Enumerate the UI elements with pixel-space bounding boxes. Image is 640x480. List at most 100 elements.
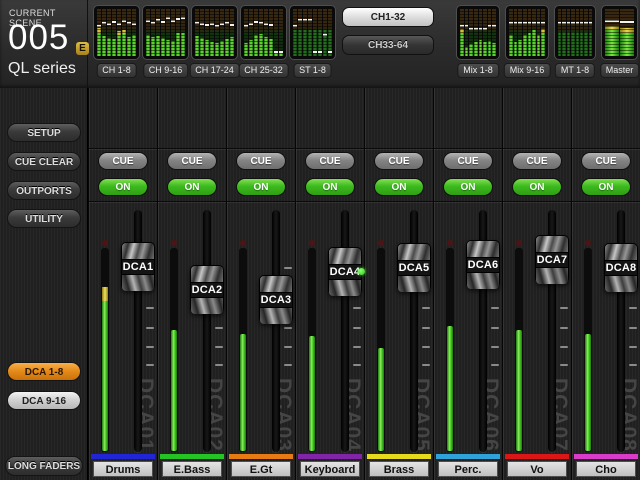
fader-knob-dca4[interactable]: DCA4 [328,247,362,295]
fader-knob-metal [191,298,223,314]
meter-bar [97,9,101,56]
on-button[interactable]: ON [167,178,217,196]
meter-bar-fill [181,33,185,57]
meter-peak-hold [541,22,545,24]
meter-block-mix1-8[interactable] [456,5,500,60]
fader-knob-label: DCA1 [122,259,154,275]
meter-bar-fill [171,41,175,57]
fader-knob-label: DCA2 [191,282,223,298]
meter-block-master[interactable] [601,5,638,60]
cue-button[interactable]: CUE [98,152,148,170]
channel-name-label[interactable]: Keyboard [300,461,360,477]
on-button[interactable]: ON [374,178,424,196]
cue-clear-button[interactable]: CUE CLEAR [7,152,81,171]
on-button[interactable]: ON [305,178,355,196]
channel-name-label[interactable]: Perc. [438,461,498,477]
cue-button[interactable]: CUE [374,152,424,170]
meter-bar-fill [274,53,278,56]
meter-bar-fill [269,39,273,56]
channel-name-label[interactable]: Cho [576,461,636,477]
meter-peak-hold [210,23,214,25]
fader-zone: DCA07DCA7 [503,202,572,454]
channel-name-label[interactable]: Brass [369,461,429,477]
strip-level-meter [515,248,523,452]
meter-peak-hold [474,28,478,30]
meter-bar [117,9,121,56]
meter-peak-hold [215,25,219,27]
meter-bar-fill [117,35,121,56]
dca-bank-1-8-button[interactable]: DCA 1-8 [7,362,81,381]
meter-bar-yellow-tip [122,30,126,34]
fader-scale-tick [560,327,568,329]
fader-knob-dca8[interactable]: DCA8 [604,243,638,291]
utility-button[interactable]: UTILITY [7,209,81,228]
cue-button[interactable]: CUE [167,152,217,170]
fader-knob-label: DCA8 [605,260,637,276]
fader-track[interactable] [203,210,211,452]
scene-number: 005 [8,18,69,58]
meter-block-label: CH 9-16 [143,63,189,78]
dca-bank-9-16-button[interactable]: DCA 9-16 [7,391,81,410]
meter-peak-hold [483,28,487,30]
cue-button[interactable]: CUE [305,152,355,170]
on-button[interactable]: ON [443,178,493,196]
meter-block-ch17-24[interactable] [191,5,238,60]
fader-knob-dca3[interactable]: DCA3 [259,275,293,323]
cue-button[interactable]: CUE [581,152,631,170]
fader-scale-tick [353,307,361,309]
channel-color-stripe [436,454,500,459]
meter-bar-fill [249,40,253,56]
meter-block-ch1-8[interactable] [93,5,140,60]
bank-button-ch1-32[interactable]: CH1-32 [342,7,434,27]
meter-bar [225,9,229,56]
meter-block-ch9-16[interactable] [142,5,189,60]
meter-peak-hold [620,21,634,23]
meter-bar-yellow-tip [620,28,634,32]
channel-name-label[interactable]: Vo [507,461,567,477]
fader-knob-dca6[interactable]: DCA6 [466,240,500,288]
cue-button[interactable]: CUE [512,152,562,170]
meter-bar [620,9,634,56]
setup-button[interactable]: SETUP [7,123,81,142]
meter-bar [156,9,160,56]
meter-bar-fill [210,42,214,56]
channel-name-label[interactable]: E.Gt [231,461,291,477]
scene-panel[interactable]: CURRENT SCENE 005 E QL series [0,0,88,88]
meter-block-label: Mix 9-16 [504,63,551,78]
on-button[interactable]: ON [236,178,286,196]
cue-button[interactable]: CUE [236,152,286,170]
meter-peak-hold [328,51,332,53]
channel-name-label[interactable]: E.Bass [162,461,222,477]
meter-peak-hold [254,21,258,23]
meter-block-ch25-32[interactable] [240,5,287,60]
outports-button[interactable]: OUTPORTS [7,181,81,200]
fader-track[interactable] [272,210,280,452]
long-faders-button[interactable]: LONG FADERS [5,456,83,476]
meter-bar-yellow-tip [97,28,101,32]
bank-button-ch33-64[interactable]: CH33-64 [342,35,434,55]
fader-scale-tick [629,327,637,329]
meter-block-mt1-8[interactable] [554,5,596,60]
fader-knob-metal [122,275,154,291]
meter-bar-fill [151,37,155,56]
cue-button[interactable]: CUE [443,152,493,170]
fader-knob-dca5[interactable]: DCA5 [397,243,431,291]
fader-knob-dca1[interactable]: DCA1 [121,242,155,290]
meter-bar-fill [195,36,199,56]
meter-peak-hold [293,25,297,27]
meter-bar [584,9,587,56]
meter-bar-fill [567,32,570,56]
meter-block-mix9-16[interactable] [505,5,549,60]
on-button[interactable]: ON [98,178,148,196]
on-button[interactable]: ON [512,178,562,196]
strip-level-meter [170,248,178,452]
on-button[interactable]: ON [581,178,631,196]
fader-knob-dca7[interactable]: DCA7 [535,235,569,283]
meter-bar-fill [112,39,116,56]
meter-bar [571,9,574,56]
strip-level-meter [308,248,316,452]
channel-strip-dca1: CUEONDCA01DCA1Drums [88,88,157,480]
meter-block-st1-8[interactable] [289,5,336,60]
fader-knob-dca2[interactable]: DCA2 [190,265,224,313]
channel-name-label[interactable]: Drums [93,461,153,477]
